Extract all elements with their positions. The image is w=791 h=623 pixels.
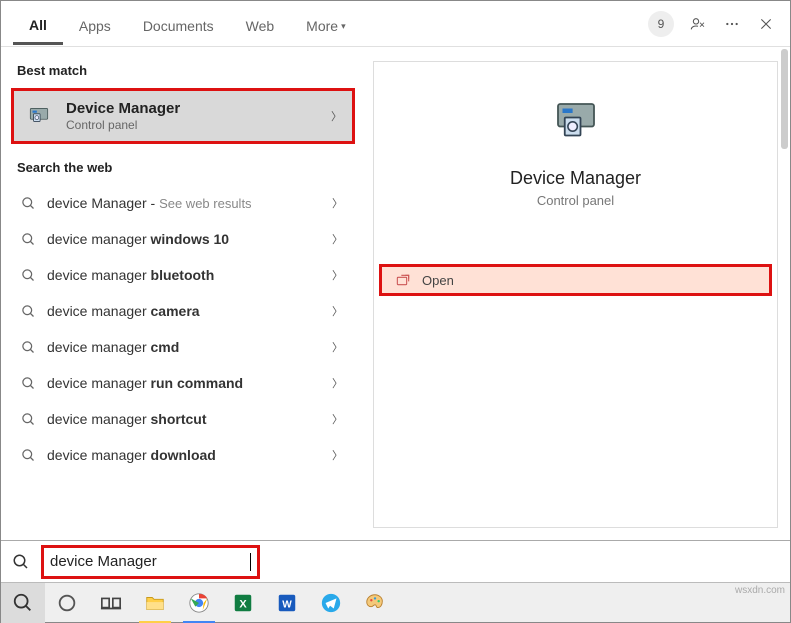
scrollbar[interactable] [778,47,790,177]
web-result[interactable]: device manager cmd〉 [11,329,355,365]
watermark: wsxdn.com [735,585,785,596]
text-cursor [250,553,251,571]
tab-apps[interactable]: Apps [63,4,127,44]
feedback-icon[interactable] [688,14,708,34]
chevron-right-icon[interactable]: 〉 [332,267,347,283]
taskbar-file-explorer-icon[interactable] [133,583,177,623]
search-icon [19,374,37,392]
web-result-text: device manager cmd [47,339,332,355]
search-bar [1,540,790,582]
web-result[interactable]: device manager bluetooth〉 [11,257,355,293]
svg-text:X: X [239,598,247,610]
svg-text:W: W [282,599,292,610]
best-match-subtitle: Control panel [66,118,180,132]
web-result[interactable]: device manager windows 10〉 [11,221,355,257]
chevron-right-icon[interactable]: 〉 [332,339,347,355]
web-result-text: device manager run command [47,375,332,391]
search-icon [19,230,37,248]
device-manager-icon [24,101,54,131]
tab-web[interactable]: Web [230,4,291,44]
taskbar-paint-icon[interactable] [353,583,397,623]
search-tabs: All Apps Documents Web More▾ 9 [1,1,790,47]
tab-more[interactable]: More▾ [290,4,361,44]
search-icon [19,302,37,320]
taskbar: X W [1,582,790,622]
search-icon [19,338,37,356]
preview-subtitle: Control panel [537,193,614,208]
taskbar-word-icon[interactable]: W [265,583,309,623]
chevron-right-icon[interactable]: 〉 [332,231,347,247]
section-search-web: Search the web [11,152,355,183]
rewards-badge[interactable]: 9 [648,11,674,37]
web-result[interactable]: device manager download〉 [11,437,355,473]
best-match-title: Device Manager [66,100,180,117]
web-result[interactable]: device manager camera〉 [11,293,355,329]
chevron-right-icon[interactable]: 〉 [332,411,347,427]
device-manager-icon [544,90,608,154]
preview-panel: Device Manager Control panel Open [373,61,778,528]
chevron-right-icon[interactable]: 〉 [332,195,347,211]
preview-title: Device Manager [510,168,641,189]
search-input[interactable] [50,553,249,570]
search-input-highlight [41,545,260,579]
chevron-right-icon[interactable]: 〉 [332,447,347,463]
search-icon [19,194,37,212]
open-label: Open [422,273,454,288]
tab-all[interactable]: All [13,3,63,45]
web-result[interactable]: device manager run command〉 [11,365,355,401]
results-panel: Best match Device Manager Control panel … [1,47,361,540]
taskbar-task-view-icon[interactable] [89,583,133,623]
web-result-text: device manager bluetooth [47,267,332,283]
web-result-text: device manager shortcut [47,411,332,427]
tab-documents[interactable]: Documents [127,4,230,44]
taskbar-telegram-icon[interactable] [309,583,353,623]
web-result-text: device manager download [47,447,332,463]
section-best-match: Best match [11,55,355,86]
best-match-result[interactable]: Device Manager Control panel 〉 [11,88,355,144]
taskbar-cortana-icon[interactable] [45,583,89,623]
chevron-right-icon[interactable]: 〉 [332,303,347,319]
chevron-down-icon: ▾ [341,21,346,31]
web-result-text: device manager camera [47,303,332,319]
web-result-text: device Manager - See web results [47,195,332,211]
taskbar-search-button[interactable] [1,583,45,623]
search-icon [1,553,41,571]
search-icon [19,446,37,464]
web-result[interactable]: device manager shortcut〉 [11,401,355,437]
taskbar-excel-icon[interactable]: X [221,583,265,623]
more-options-icon[interactable] [722,14,742,34]
search-icon [19,266,37,284]
taskbar-chrome-icon[interactable] [177,583,221,623]
chevron-right-icon[interactable]: 〉 [332,375,347,391]
close-icon[interactable] [756,14,776,34]
chevron-right-icon[interactable]: 〉 [331,108,342,124]
search-icon [19,410,37,428]
open-icon [396,273,412,287]
web-result[interactable]: device Manager - See web results〉 [11,185,355,221]
open-action[interactable]: Open [379,264,772,296]
web-result-text: device manager windows 10 [47,231,332,247]
